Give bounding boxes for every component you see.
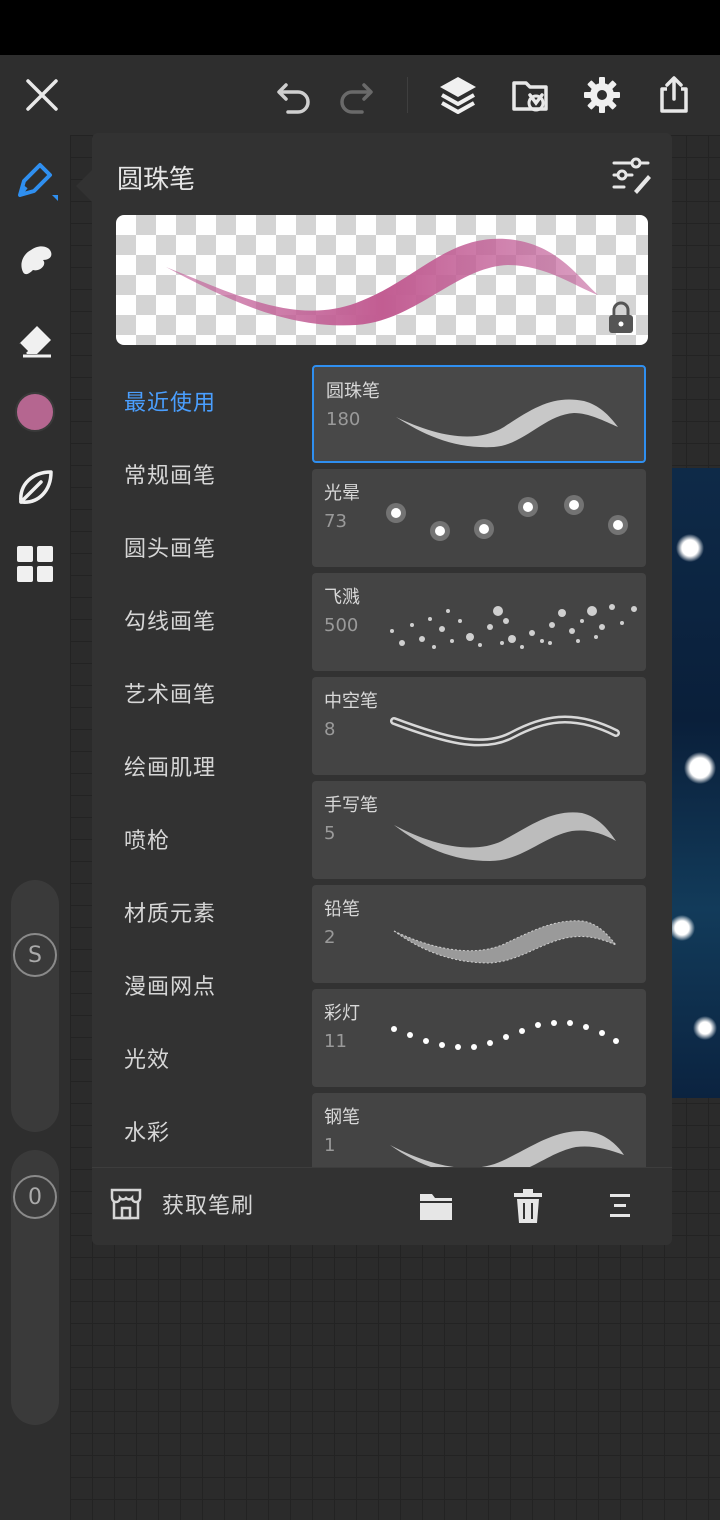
panel-footer: 获取笔刷 (92, 1167, 672, 1245)
status-bar (0, 0, 720, 55)
brush-stroke-preview (390, 1131, 624, 1169)
brush-name: 飞溅 (324, 587, 360, 608)
brush-stroke-preview (386, 495, 628, 541)
brush-item[interactable]: 飞溅 500 (312, 573, 646, 671)
layers-icon[interactable] (432, 69, 484, 121)
panel-pointer (76, 170, 92, 202)
brush-item[interactable]: 中空笔 8 (312, 677, 646, 775)
brush-library-panel: 圆珠笔 最近使用 常规画笔 圆头画笔 勾线画笔 艺术画笔 绘画肌理 喷枪 材质元… (92, 133, 672, 1245)
brush-name: 手写笔 (324, 795, 378, 816)
category-item[interactable]: 材质元素 (124, 896, 216, 928)
brush-settings-icon[interactable] (608, 153, 654, 199)
category-item[interactable]: 水彩 (124, 1115, 170, 1147)
brush-name: 铅笔 (324, 899, 360, 920)
smudge-icon[interactable] (10, 235, 60, 285)
get-brush-label: 获取笔刷 (162, 1194, 255, 1219)
category-item[interactable]: 绘画肌理 (124, 750, 216, 782)
import-icon[interactable] (504, 69, 556, 121)
brush-count: 1 (324, 1135, 336, 1156)
size-slider[interactable] (11, 880, 59, 1132)
opacity-slider-knob[interactable]: 0 (13, 1175, 57, 1219)
brush-name: 圆珠笔 (326, 381, 380, 402)
brush-count: 11 (324, 1031, 347, 1052)
brush-item[interactable]: 铅笔 2 (312, 885, 646, 983)
store-icon (110, 1188, 142, 1220)
brush-stroke-preview (390, 604, 637, 649)
current-color-dot (15, 392, 55, 432)
category-item[interactable]: 光效 (124, 1042, 170, 1074)
category-item[interactable]: 艺术画笔 (124, 677, 216, 709)
brush-count: 180 (326, 409, 361, 430)
category-item[interactable]: 勾线画笔 (124, 604, 216, 636)
size-slider-knob[interactable]: S (13, 933, 57, 977)
category-item[interactable]: 常规画笔 (124, 458, 216, 490)
top-toolbar (0, 55, 720, 135)
close-icon[interactable] (16, 69, 68, 121)
settings-icon[interactable] (576, 69, 628, 121)
leaf-icon[interactable] (10, 463, 60, 513)
color-swatch[interactable] (10, 387, 60, 437)
brush-stroke-preview (396, 399, 618, 448)
brush-stroke-preview (394, 812, 616, 861)
brush-name: 光晕 (324, 483, 360, 504)
eraser-icon[interactable] (10, 313, 60, 363)
get-brush-button[interactable]: 获取笔刷 (108, 1186, 254, 1222)
category-item[interactable]: 最近使用 (124, 385, 216, 417)
brush-name: 中空笔 (324, 691, 378, 712)
category-item[interactable]: 漫画网点 (124, 969, 216, 1001)
toolbar-divider (407, 77, 408, 113)
lock-icon[interactable] (606, 301, 636, 335)
brush-stroke-preview (390, 715, 620, 747)
brush-count: 8 (324, 719, 336, 740)
trash-icon[interactable] (508, 1186, 548, 1226)
brush-count: 2 (324, 927, 336, 948)
brush-stroke-preview (391, 1020, 619, 1050)
brush-item[interactable]: 圆珠笔 180 (312, 365, 646, 463)
brush-icon[interactable] (10, 157, 60, 207)
brush-stroke-preview (393, 920, 617, 964)
share-icon[interactable] (648, 69, 700, 121)
brush-count: 73 (324, 511, 347, 532)
category-item[interactable]: 圆头画笔 (124, 531, 216, 563)
brush-count: 500 (324, 615, 359, 636)
brush-item[interactable]: 钢笔 1 (312, 1093, 646, 1169)
tool-sidebar: S 0 (0, 135, 70, 1520)
folder-icon[interactable] (416, 1186, 456, 1226)
brush-item[interactable]: 光晕 73 (312, 469, 646, 567)
undo-icon[interactable] (268, 69, 320, 121)
brush-category-list: 最近使用 常规画笔 圆头画笔 勾线画笔 艺术画笔 绘画肌理 喷枪 材质元素 漫画… (92, 363, 312, 1163)
brush-preview[interactable] (116, 215, 648, 345)
brush-name: 彩灯 (324, 1003, 360, 1024)
redo-icon[interactable] (330, 69, 382, 121)
panel-title: 圆珠笔 (117, 165, 196, 195)
grid-icon[interactable] (10, 539, 60, 589)
sort-menu-icon[interactable] (600, 1186, 640, 1226)
brush-item[interactable]: 彩灯 11 (312, 989, 646, 1087)
artwork-image (670, 468, 720, 1098)
category-item[interactable]: 喷枪 (124, 823, 170, 855)
brush-name: 钢笔 (324, 1107, 360, 1128)
brush-item[interactable]: 手写笔 5 (312, 781, 646, 879)
brush-count: 5 (324, 823, 336, 844)
brush-list: 圆珠笔 180 光晕 73 飞溅 500 中空笔 8 手写笔 5 铅笔 2 彩灯… (312, 363, 648, 1169)
